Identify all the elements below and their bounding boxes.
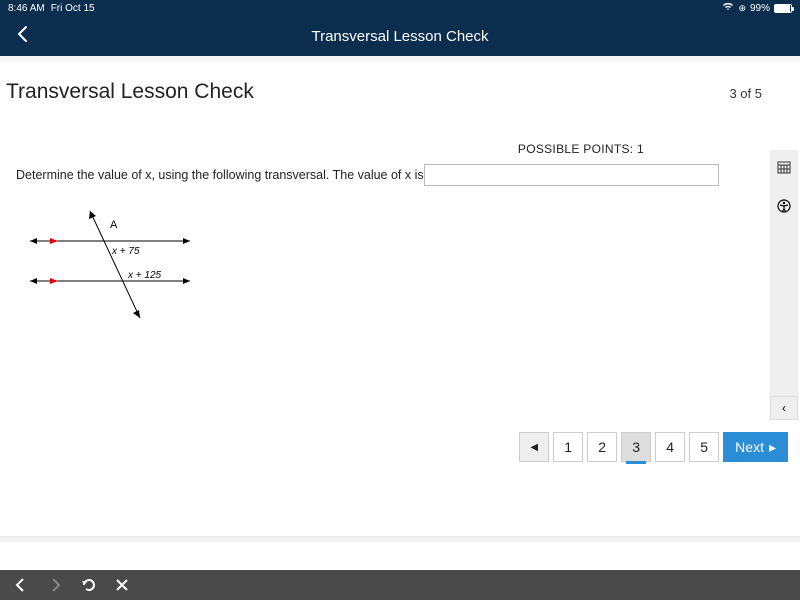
- battery-icon: [774, 4, 792, 13]
- expr-bottom: x + 125: [127, 270, 162, 281]
- browser-toolbar: [0, 570, 800, 600]
- question-prompt: Determine the value of x, using the foll…: [16, 168, 424, 182]
- nav-bar: Transversal Lesson Check: [0, 16, 800, 56]
- nav-forward-button[interactable]: [46, 576, 64, 594]
- answer-input[interactable]: [424, 164, 719, 186]
- possible-points: POSSIBLE POINTS: 1: [6, 142, 644, 156]
- nav-title: Transversal Lesson Check: [0, 28, 800, 45]
- page-3-button[interactable]: 3: [621, 432, 651, 462]
- play-icon: ▸: [769, 439, 776, 456]
- collapse-panel-button[interactable]: ‹: [770, 396, 798, 420]
- nav-back-button[interactable]: [12, 576, 30, 594]
- pagination: ◀ 1 2 3 4 5 Next ▸: [519, 432, 788, 462]
- accessibility-icon[interactable]: [777, 199, 791, 218]
- label-A: A: [110, 219, 118, 231]
- page-2-button[interactable]: 2: [587, 432, 617, 462]
- status-date: Fri Oct 15: [51, 3, 95, 14]
- orientation-lock-icon: ⊕: [738, 3, 746, 14]
- reload-button[interactable]: [80, 576, 98, 594]
- page-5-button[interactable]: 5: [689, 432, 719, 462]
- close-button[interactable]: [114, 577, 130, 593]
- next-button[interactable]: Next ▸: [723, 432, 788, 462]
- page-title: Transversal Lesson Check: [6, 80, 254, 104]
- status-time: 8:46 AM: [8, 3, 45, 14]
- expr-top: x + 75: [111, 246, 140, 257]
- tools-panel: [770, 150, 798, 400]
- battery-percent: 99%: [750, 3, 770, 14]
- progress-indicator: 3 of 5: [729, 86, 762, 101]
- calendar-icon[interactable]: [777, 160, 791, 179]
- transversal-diagram: A x + 75 x + 125: [20, 206, 784, 331]
- back-button[interactable]: [14, 24, 34, 49]
- next-label: Next: [735, 439, 764, 455]
- wifi-icon: [722, 2, 734, 14]
- prev-page-button[interactable]: ◀: [519, 432, 549, 462]
- chevron-left-icon: ‹: [782, 401, 786, 415]
- status-bar: 8:46 AM Fri Oct 15 ⊕ 99%: [0, 0, 800, 16]
- page-4-button[interactable]: 4: [655, 432, 685, 462]
- page-1-button[interactable]: 1: [553, 432, 583, 462]
